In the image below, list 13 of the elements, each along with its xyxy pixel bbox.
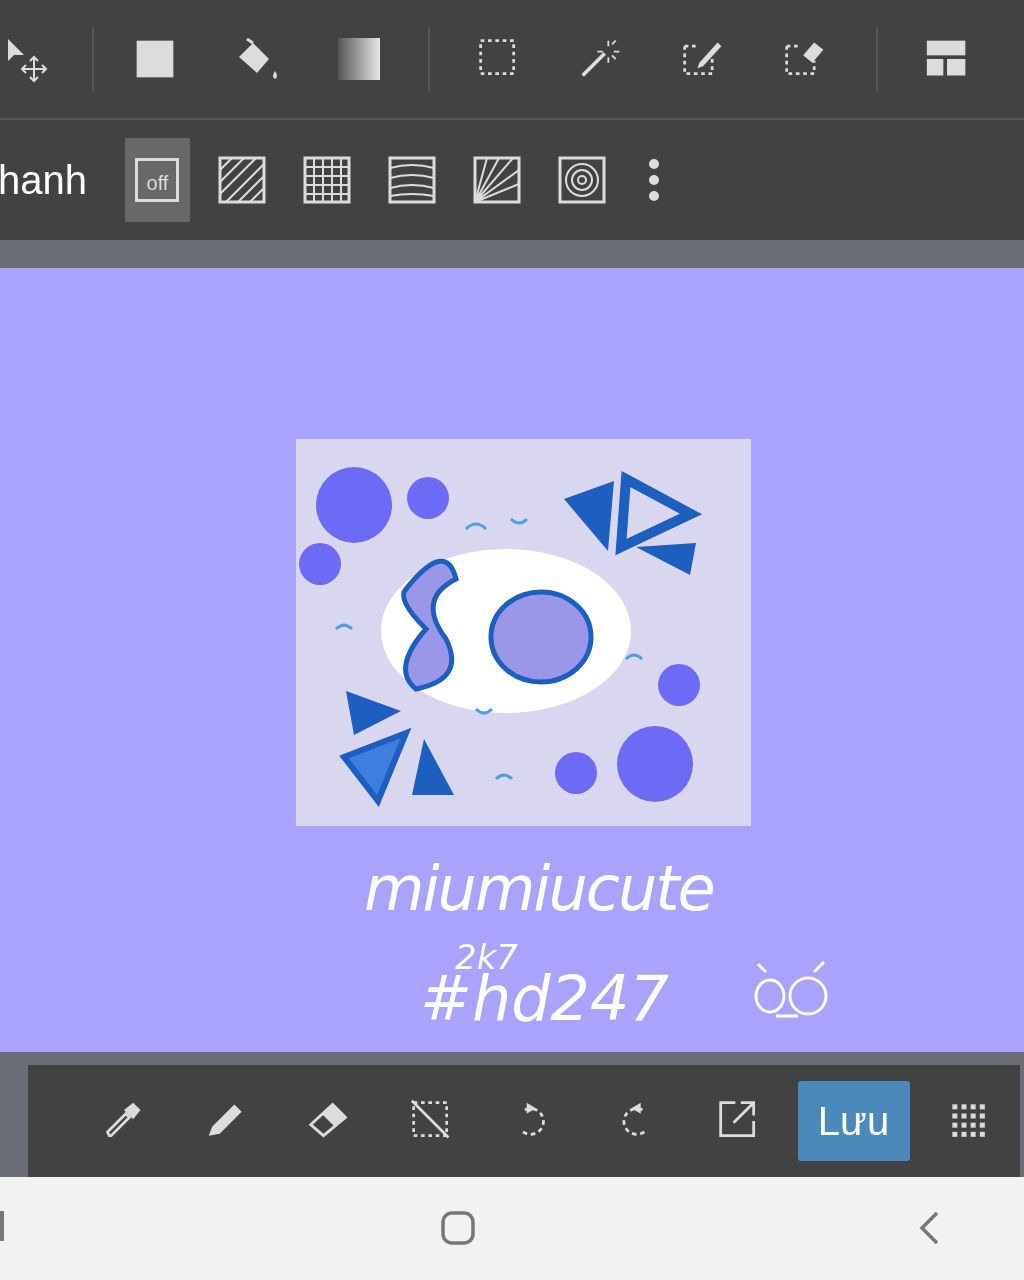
- concentric-circles-icon: [558, 156, 607, 204]
- wavy-lines-icon: [388, 156, 437, 204]
- pattern-button[interactable]: off: [125, 138, 190, 222]
- handwritten-text: miumiucute: [364, 858, 714, 920]
- grid-icon: [303, 156, 352, 204]
- save-button[interactable]: Lưu: [797, 1081, 910, 1161]
- diagonal-lines-icon: [218, 156, 267, 204]
- back-icon[interactable]: [918, 1211, 940, 1245]
- pattern-label: hanh: [0, 160, 87, 200]
- rays-icon: [473, 156, 522, 204]
- home-icon[interactable]: [441, 1211, 475, 1245]
- more-icon[interactable]: [649, 159, 659, 201]
- gradient-icon: [338, 38, 380, 80]
